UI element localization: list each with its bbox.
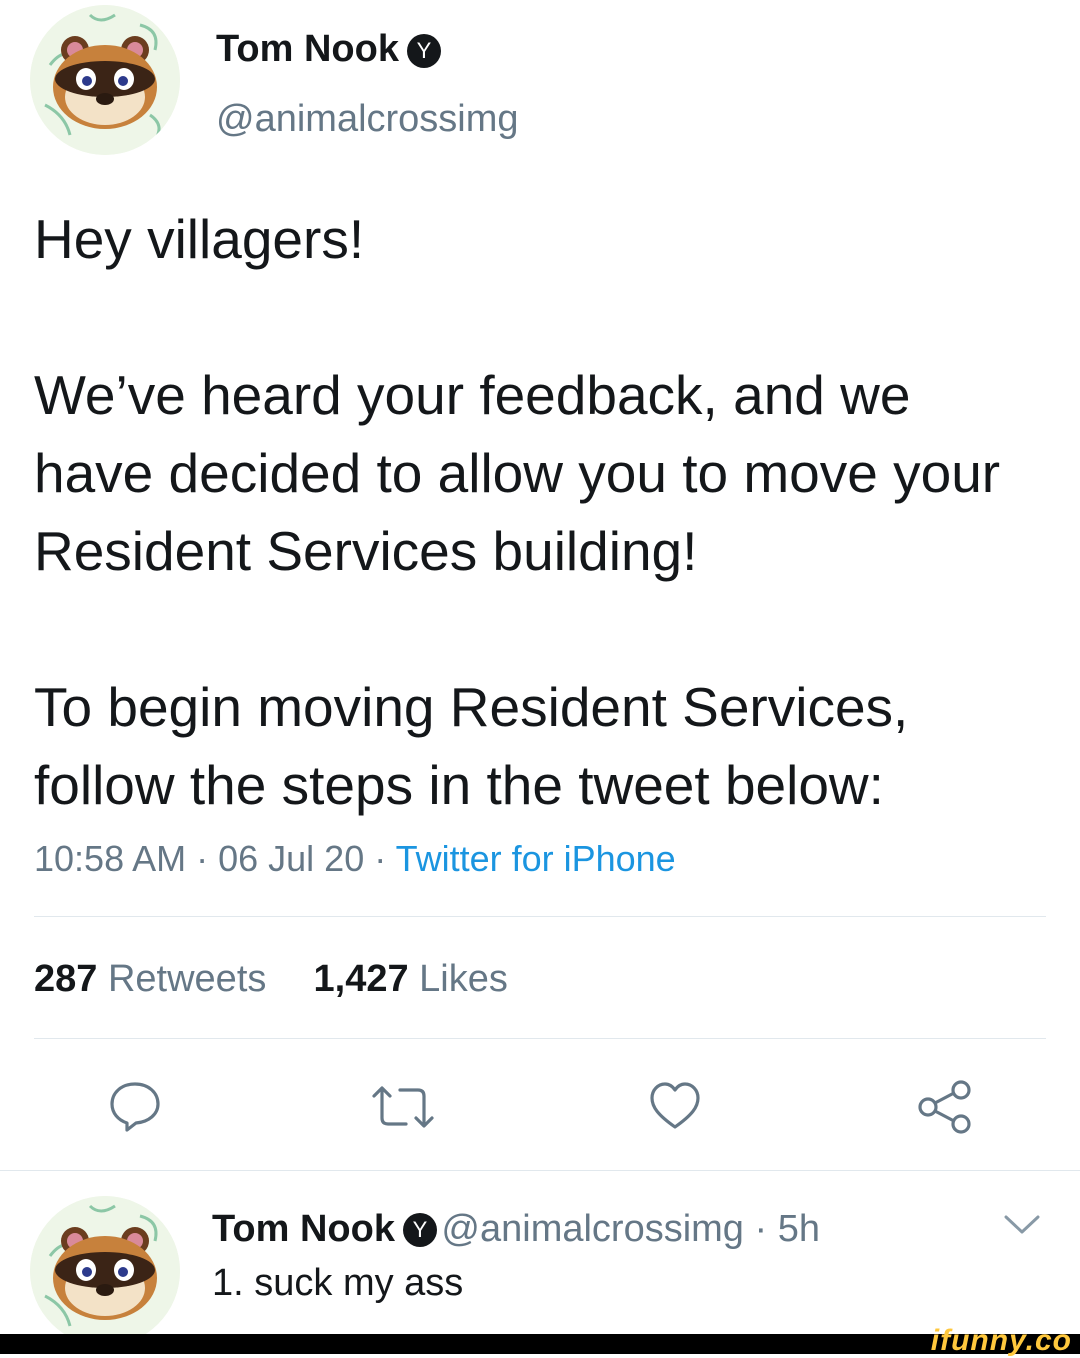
chevron-down-icon <box>1004 1215 1040 1234</box>
reply-author-handle[interactable]: @animalcrossimg <box>441 1208 744 1250</box>
reply-text: 1. suck my ass <box>212 1262 464 1304</box>
reply-author-avatar[interactable] <box>30 1196 180 1346</box>
retweets-stat[interactable]: 287 Retweets <box>34 958 266 1000</box>
watermark-logo: ifunny.co <box>930 1324 1072 1357</box>
meta-separator: · <box>364 838 396 879</box>
retweet-icon <box>372 1086 434 1128</box>
verified-badge-icon: Y <box>402 1213 437 1247</box>
tweet-paragraph: We’ve heard your feedback, and we have d… <box>34 364 1001 582</box>
tweet-paragraph: Hey villagers! <box>34 208 365 270</box>
tweet-meta: 10:58 AM · 06 Jul 20 · Twitter for iPhon… <box>34 838 676 880</box>
tweet-body: Hey villagers! We’ve heard your feedback… <box>34 200 1044 824</box>
watermark-bar <box>0 1334 1080 1354</box>
author-name-row[interactable]: Tom Nook Y <box>216 28 441 71</box>
like-count: 1,427 <box>313 958 409 1000</box>
divider <box>34 1038 1046 1039</box>
author-handle[interactable]: @animalcrossimg <box>216 98 519 141</box>
like-icon <box>650 1082 700 1129</box>
reply-time[interactable]: 5h <box>778 1208 820 1250</box>
tweet-paragraph: To begin moving Resident Services, follo… <box>34 676 909 816</box>
reply-menu-button[interactable] <box>1002 1212 1042 1243</box>
retweet-button[interactable] <box>370 1082 436 1132</box>
share-icon <box>918 1080 971 1134</box>
retweet-count: 287 <box>34 958 98 1000</box>
verified-badge-icon: Y <box>406 34 441 68</box>
share-button[interactable] <box>916 1078 974 1136</box>
author-avatar[interactable] <box>30 5 180 155</box>
author-name[interactable]: Tom Nook <box>216 28 399 70</box>
tweet-stats: 287 Retweets 1,427 Likes <box>34 958 508 1001</box>
meta-separator: · <box>186 838 219 879</box>
divider <box>0 1170 1080 1171</box>
reply-icon <box>110 1082 160 1132</box>
divider <box>34 916 1046 917</box>
reply-button[interactable] <box>107 1078 163 1134</box>
tweet-date[interactable]: 06 Jul 20 <box>218 838 364 879</box>
like-button[interactable] <box>648 1080 702 1132</box>
reply-separator: · <box>743 1208 778 1250</box>
tweet-time[interactable]: 10:58 AM <box>34 838 186 879</box>
like-label: Likes <box>419 958 508 1000</box>
likes-stat[interactable]: 1,427 Likes <box>314 958 508 1000</box>
reply-header: Tom Nook Y @animalcrossimg · 5h <box>212 1208 820 1251</box>
retweet-label: Retweets <box>107 958 267 1000</box>
reply-author-name[interactable]: Tom Nook <box>212 1208 395 1250</box>
tweet-source-link[interactable]: Twitter for iPhone <box>396 838 676 879</box>
